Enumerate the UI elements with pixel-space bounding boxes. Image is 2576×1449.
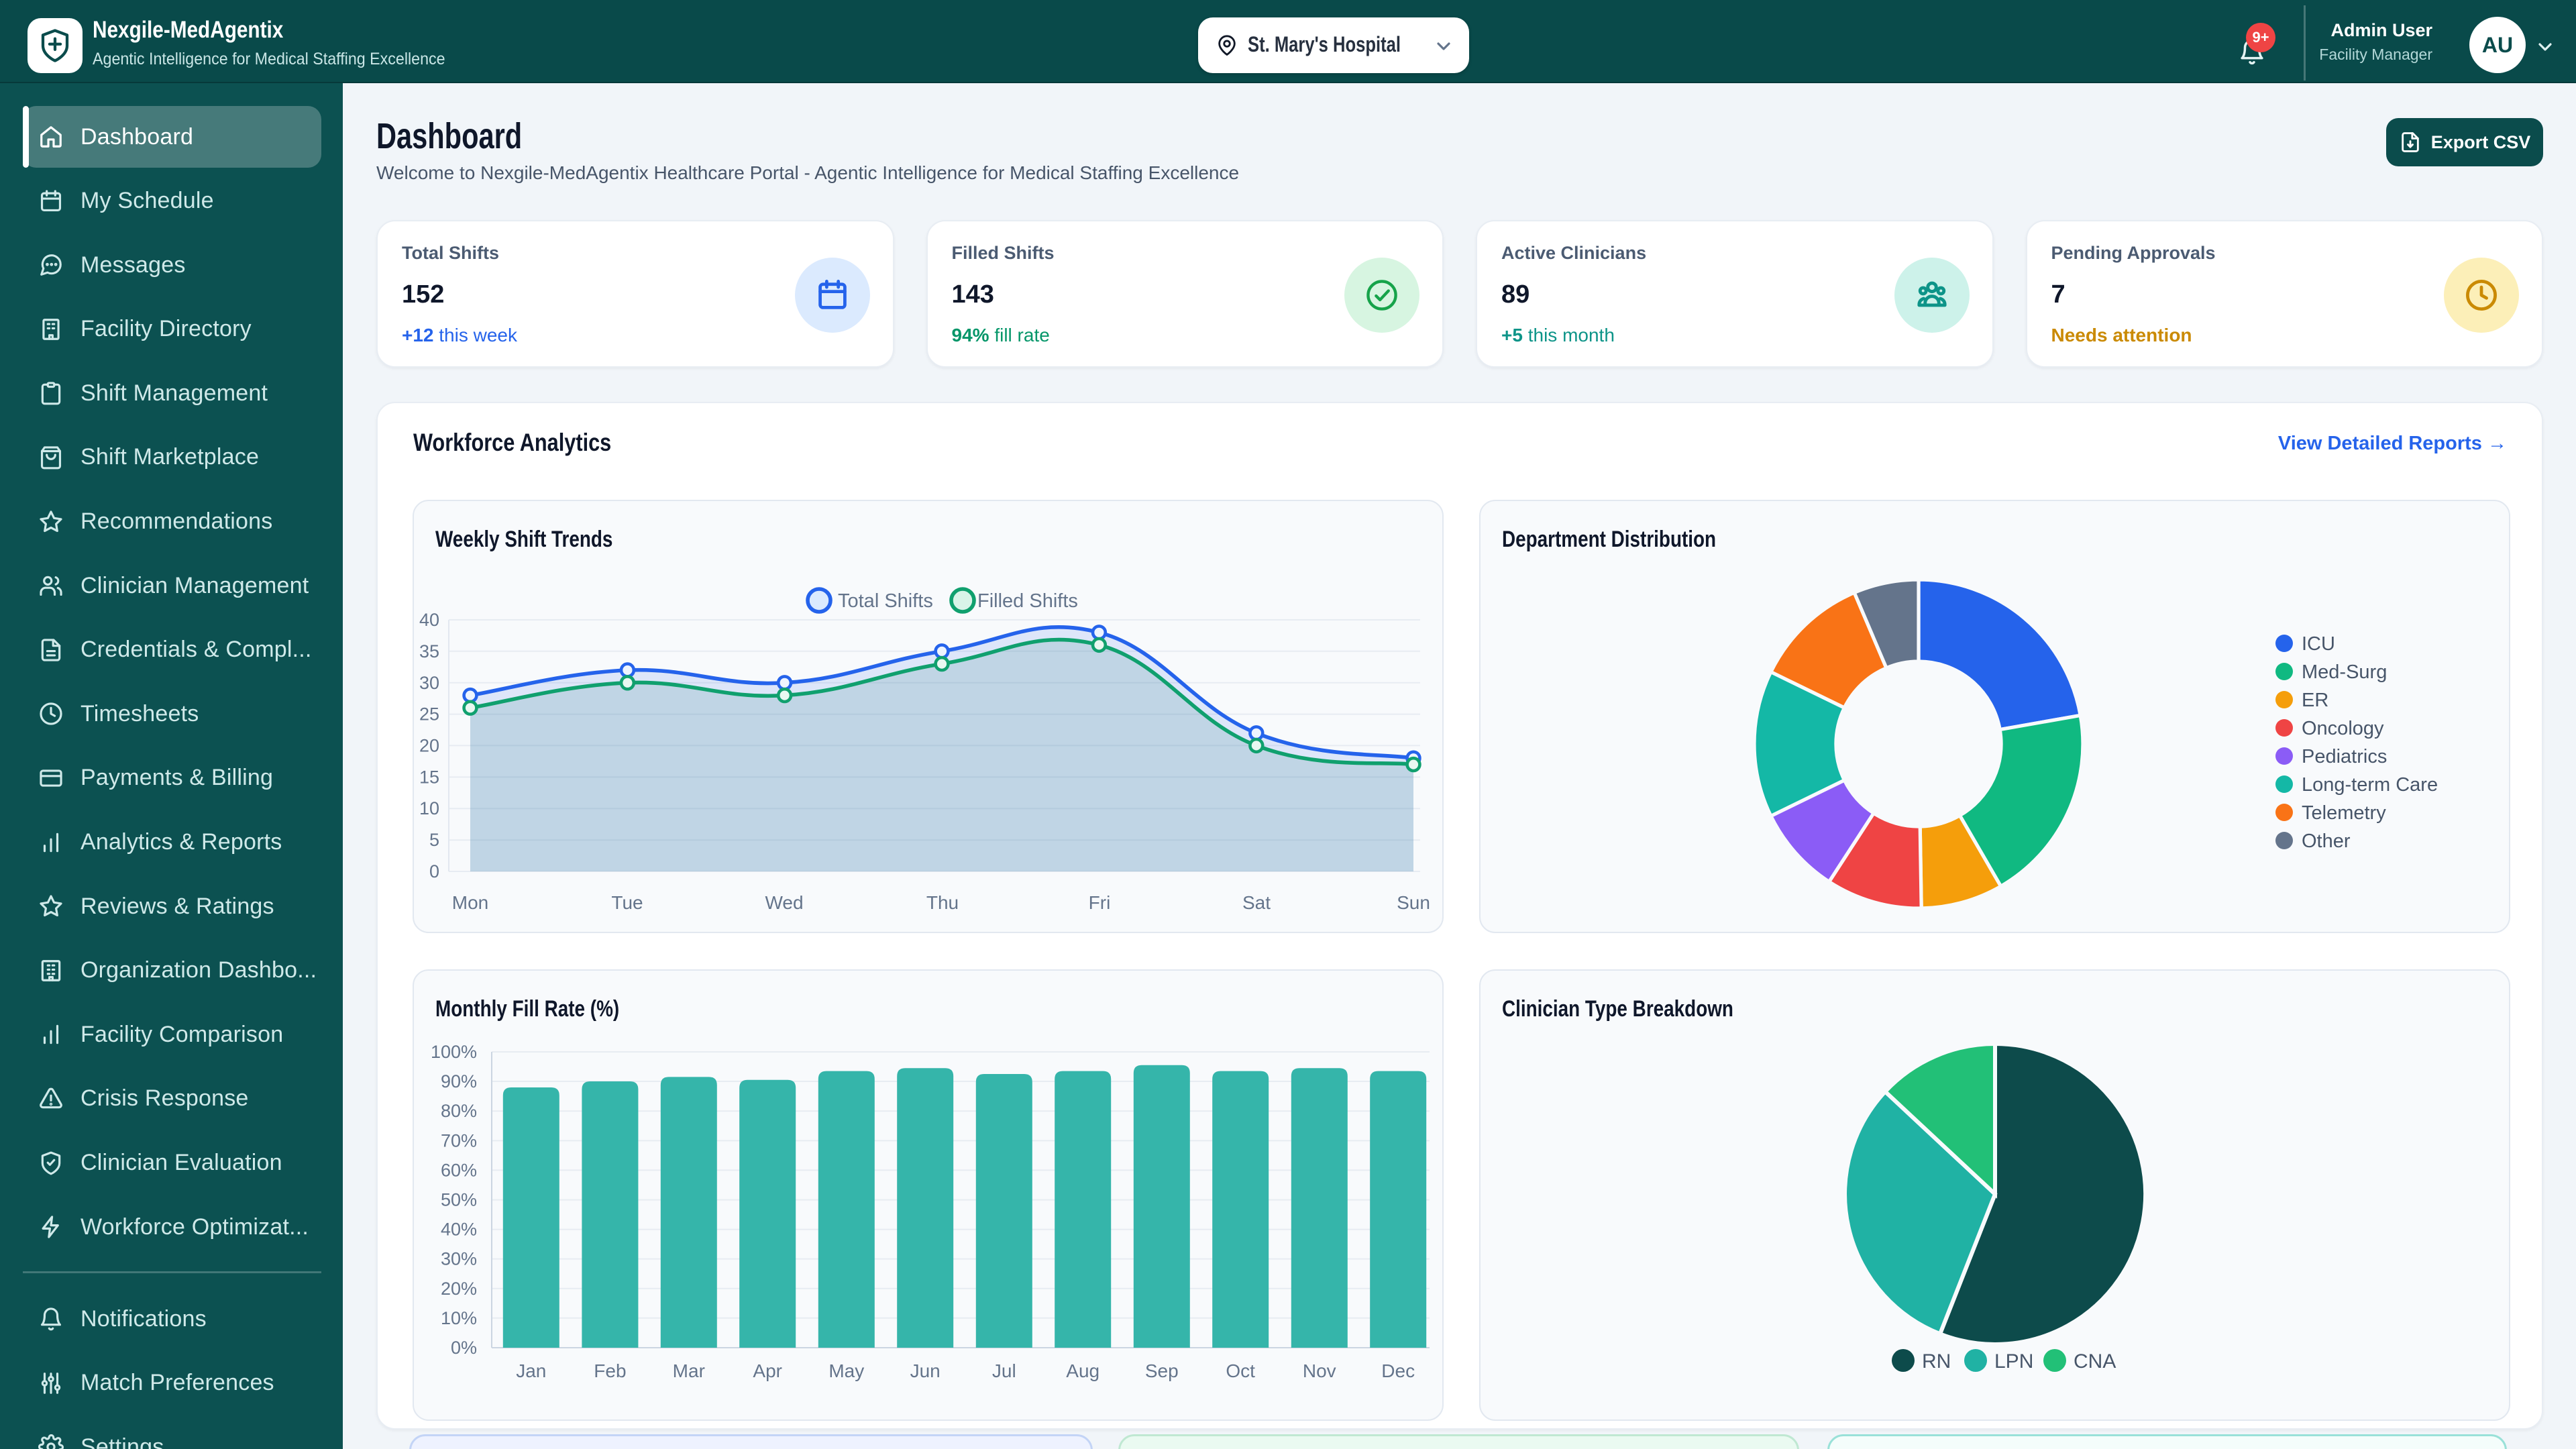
svg-text:80%: 80% xyxy=(441,1101,477,1121)
svg-text:15: 15 xyxy=(419,767,439,787)
svg-text:Dec: Dec xyxy=(1381,1360,1415,1381)
svg-text:90%: 90% xyxy=(441,1071,477,1091)
svg-text:20%: 20% xyxy=(441,1279,477,1299)
svg-text:60%: 60% xyxy=(441,1160,477,1180)
svg-text:Oncology: Oncology xyxy=(2302,718,2384,739)
svg-text:CNA: CNA xyxy=(2074,1350,2116,1373)
svg-text:10: 10 xyxy=(419,798,439,818)
svg-text:Mar: Mar xyxy=(673,1360,705,1381)
svg-text:40: 40 xyxy=(419,610,439,630)
svg-text:30%: 30% xyxy=(441,1249,477,1269)
svg-text:100%: 100% xyxy=(431,1042,477,1062)
svg-text:0%: 0% xyxy=(451,1338,477,1358)
svg-text:Sep: Sep xyxy=(1145,1360,1179,1381)
svg-text:Filled Shifts: Filled Shifts xyxy=(977,590,1078,612)
svg-text:Nov: Nov xyxy=(1303,1360,1336,1381)
svg-text:Tue: Tue xyxy=(611,892,643,913)
svg-text:25: 25 xyxy=(419,704,439,724)
svg-text:May: May xyxy=(828,1360,864,1381)
svg-text:50%: 50% xyxy=(441,1189,477,1210)
svg-text:5: 5 xyxy=(429,830,439,850)
svg-text:ICU: ICU xyxy=(2302,633,2335,655)
svg-text:40%: 40% xyxy=(441,1220,477,1240)
svg-text:Sun: Sun xyxy=(1397,892,1430,913)
svg-text:ER: ER xyxy=(2302,690,2328,711)
svg-text:Other: Other xyxy=(2302,830,2351,852)
svg-text:Jan: Jan xyxy=(516,1360,546,1381)
svg-text:10%: 10% xyxy=(441,1308,477,1328)
svg-text:35: 35 xyxy=(419,641,439,661)
svg-text:Telemetry: Telemetry xyxy=(2302,802,2386,824)
svg-text:Apr: Apr xyxy=(753,1360,782,1381)
svg-text:Jul: Jul xyxy=(992,1360,1016,1381)
svg-text:Pediatrics: Pediatrics xyxy=(2302,746,2387,767)
svg-text:Feb: Feb xyxy=(594,1360,626,1381)
svg-text:Aug: Aug xyxy=(1066,1360,1099,1381)
svg-text:Mon: Mon xyxy=(452,892,488,913)
svg-text:30: 30 xyxy=(419,673,439,693)
svg-text:20: 20 xyxy=(419,736,439,756)
svg-text:LPN: LPN xyxy=(1994,1350,2033,1373)
svg-text:Wed: Wed xyxy=(765,892,803,913)
svg-text:70%: 70% xyxy=(441,1130,477,1150)
svg-text:Jun: Jun xyxy=(910,1360,941,1381)
svg-text:RN: RN xyxy=(1922,1350,1951,1373)
svg-text:Med-Surg: Med-Surg xyxy=(2302,661,2387,683)
svg-text:Long-term Care: Long-term Care xyxy=(2302,774,2438,796)
svg-text:Total Shifts: Total Shifts xyxy=(838,590,933,612)
svg-text:Oct: Oct xyxy=(1226,1360,1255,1381)
svg-text:0: 0 xyxy=(429,861,439,881)
svg-text:Sat: Sat xyxy=(1242,892,1271,913)
svg-text:Thu: Thu xyxy=(926,892,959,913)
svg-text:Fri: Fri xyxy=(1089,892,1111,913)
